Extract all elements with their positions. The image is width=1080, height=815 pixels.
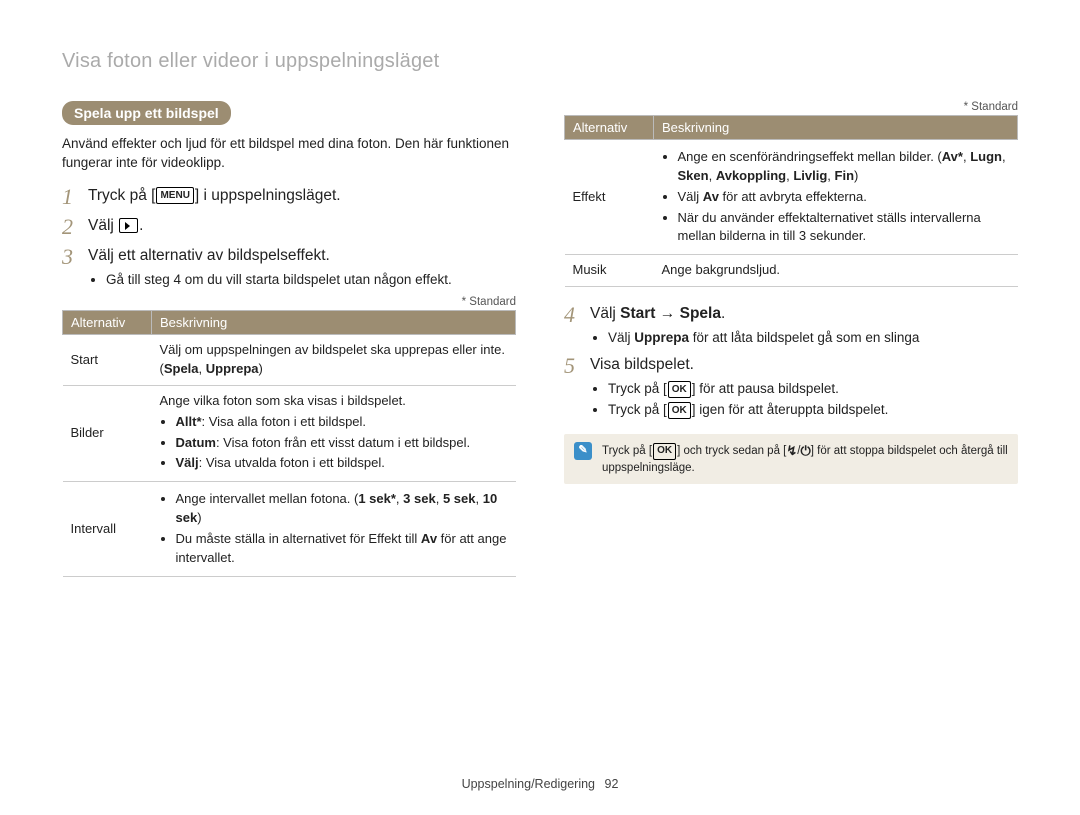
table-header: Beskrivning bbox=[152, 311, 516, 335]
timer-icon: ⏻ bbox=[800, 442, 810, 460]
note-text: Tryck på [OK] och tryck sedan på [↯/⏻] f… bbox=[602, 442, 1008, 476]
option-key: Intervall bbox=[63, 482, 152, 576]
bullet-text: Tryck på [ bbox=[608, 381, 667, 396]
intro-text: Använd effekter och ljud för ett bildspe… bbox=[62, 135, 516, 173]
step-5-sub: Tryck på [OK] för att pausa bildspelet. … bbox=[590, 380, 1018, 420]
step-text: . bbox=[139, 217, 143, 234]
page-footer: Uppspelning/Redigering 92 bbox=[0, 777, 1080, 791]
step-text: ] i uppspelningsläget. bbox=[195, 187, 341, 204]
slideshow-icon bbox=[119, 218, 138, 233]
step-number: 3 bbox=[62, 245, 88, 269]
step-number: 4 bbox=[564, 303, 590, 327]
table-row: Effekt Ange en scenförändringseffekt mel… bbox=[565, 140, 1018, 255]
step-bullet: Gå till steg 4 om du vill starta bildspe… bbox=[106, 271, 516, 290]
step-body: Visa bildspelet. bbox=[590, 354, 694, 376]
option-key: Effekt bbox=[565, 140, 654, 255]
step-number: 5 bbox=[564, 354, 590, 378]
step-body: Tryck på [MENU] i uppspelningsläget. bbox=[88, 185, 341, 207]
desc-bullet: Datum: Visa foton från ett visst datum i… bbox=[176, 434, 508, 453]
bullet-text: ] igen för att återuppta bildspelet. bbox=[692, 402, 889, 417]
table-header: Alternativ bbox=[565, 116, 654, 140]
bullet-text: Tryck på [ bbox=[608, 402, 667, 417]
step-body: Välj Start → Spela. bbox=[590, 303, 725, 325]
desc-bullet: När du använder effektalternativet ställ… bbox=[678, 209, 1010, 247]
desc-bullet: Ange intervallet mellan fotona. (1 sek*,… bbox=[176, 490, 508, 528]
step-3: 3 Välj ett alternativ av bildspelseffekt… bbox=[62, 245, 516, 269]
table-row: Intervall Ange intervallet mellan fotona… bbox=[63, 482, 516, 576]
option-desc: Ange vilka foton som ska visas i bildspe… bbox=[152, 385, 516, 481]
option-key: Bilder bbox=[63, 385, 152, 481]
options-table-left: Alternativ Beskrivning Start Välj om upp… bbox=[62, 310, 516, 576]
menu-icon: MENU bbox=[156, 187, 193, 204]
table-row: Bilder Ange vilka foton som ska visas i … bbox=[63, 385, 516, 481]
page-number: 92 bbox=[605, 777, 619, 791]
standard-note: * Standard bbox=[564, 101, 1018, 113]
ok-icon: OK bbox=[668, 402, 691, 419]
desc-bullet: Allt*: Visa alla foton i ett bildspel. bbox=[176, 413, 508, 432]
step-2: 2 Välj . bbox=[62, 215, 516, 239]
option-desc: Ange bakgrundsljud. bbox=[654, 255, 1018, 287]
step-4: 4 Välj Start → Spela. bbox=[564, 303, 1018, 327]
page-title: Visa foton eller videor i uppspelningslä… bbox=[62, 50, 1018, 73]
step-text: Välj bbox=[88, 217, 118, 234]
step-bullet: Tryck på [OK] igen för att återuppta bil… bbox=[608, 401, 1018, 420]
step-number: 2 bbox=[62, 215, 88, 239]
option-desc: Välj om uppspelningen av bildspelet ska … bbox=[152, 335, 516, 386]
step-body: Välj ett alternativ av bildspelseffekt. bbox=[88, 245, 330, 267]
option-desc: Ange intervallet mellan fotona. (1 sek*,… bbox=[152, 482, 516, 576]
right-column: * Standard Alternativ Beskrivning Effekt… bbox=[564, 101, 1018, 577]
desc-bullet: Välj Av för att avbryta effekterna. bbox=[678, 188, 1010, 207]
desc-bullet: Ange en scenförändringseffekt mellan bil… bbox=[678, 148, 1010, 186]
flash-icon: ↯ bbox=[786, 442, 797, 460]
footer-label: Uppspelning/Redigering bbox=[462, 777, 595, 791]
table-header: Alternativ bbox=[63, 311, 152, 335]
step-3-sub: Gå till steg 4 om du vill starta bildspe… bbox=[88, 271, 516, 290]
step-number: 1 bbox=[62, 185, 88, 209]
left-column: Spela upp ett bildspel Använd effekter o… bbox=[62, 101, 516, 577]
standard-note: * Standard bbox=[62, 296, 516, 308]
table-row: Musik Ange bakgrundsljud. bbox=[565, 255, 1018, 287]
options-table-right: Alternativ Beskrivning Effekt Ange en sc… bbox=[564, 115, 1018, 287]
step-body: Välj . bbox=[88, 215, 143, 237]
step-4-sub: Välj Upprepa för att låta bildspelet gå … bbox=[590, 329, 1018, 348]
desc-bullet: Välj: Visa utvalda foton i ett bildspel. bbox=[176, 454, 508, 473]
ok-icon: OK bbox=[668, 381, 691, 398]
option-desc: Ange en scenförändringseffekt mellan bil… bbox=[654, 140, 1018, 255]
desc-lead: Ange vilka foton som ska visas i bildspe… bbox=[160, 393, 406, 408]
step-text: Tryck på [ bbox=[88, 187, 155, 204]
step-1: 1 Tryck på [MENU] i uppspelningsläget. bbox=[62, 185, 516, 209]
desc-bullet: Du måste ställa in alternativet för Effe… bbox=[176, 530, 508, 568]
option-key: Musik bbox=[565, 255, 654, 287]
note-block: ✎ Tryck på [OK] och tryck sedan på [↯/⏻]… bbox=[564, 434, 1018, 484]
step-bullet: Välj Upprepa för att låta bildspelet gå … bbox=[608, 329, 1018, 348]
step-5: 5 Visa bildspelet. bbox=[564, 354, 1018, 378]
step-bullet: Tryck på [OK] för att pausa bildspelet. bbox=[608, 380, 1018, 399]
ok-icon: OK bbox=[653, 443, 676, 460]
option-key: Start bbox=[63, 335, 152, 386]
section-heading: Spela upp ett bildspel bbox=[62, 101, 231, 125]
table-row: Start Välj om uppspelningen av bildspele… bbox=[63, 335, 516, 386]
note-icon: ✎ bbox=[574, 442, 592, 460]
bullet-text: ] för att pausa bildspelet. bbox=[692, 381, 839, 396]
table-header: Beskrivning bbox=[654, 116, 1018, 140]
